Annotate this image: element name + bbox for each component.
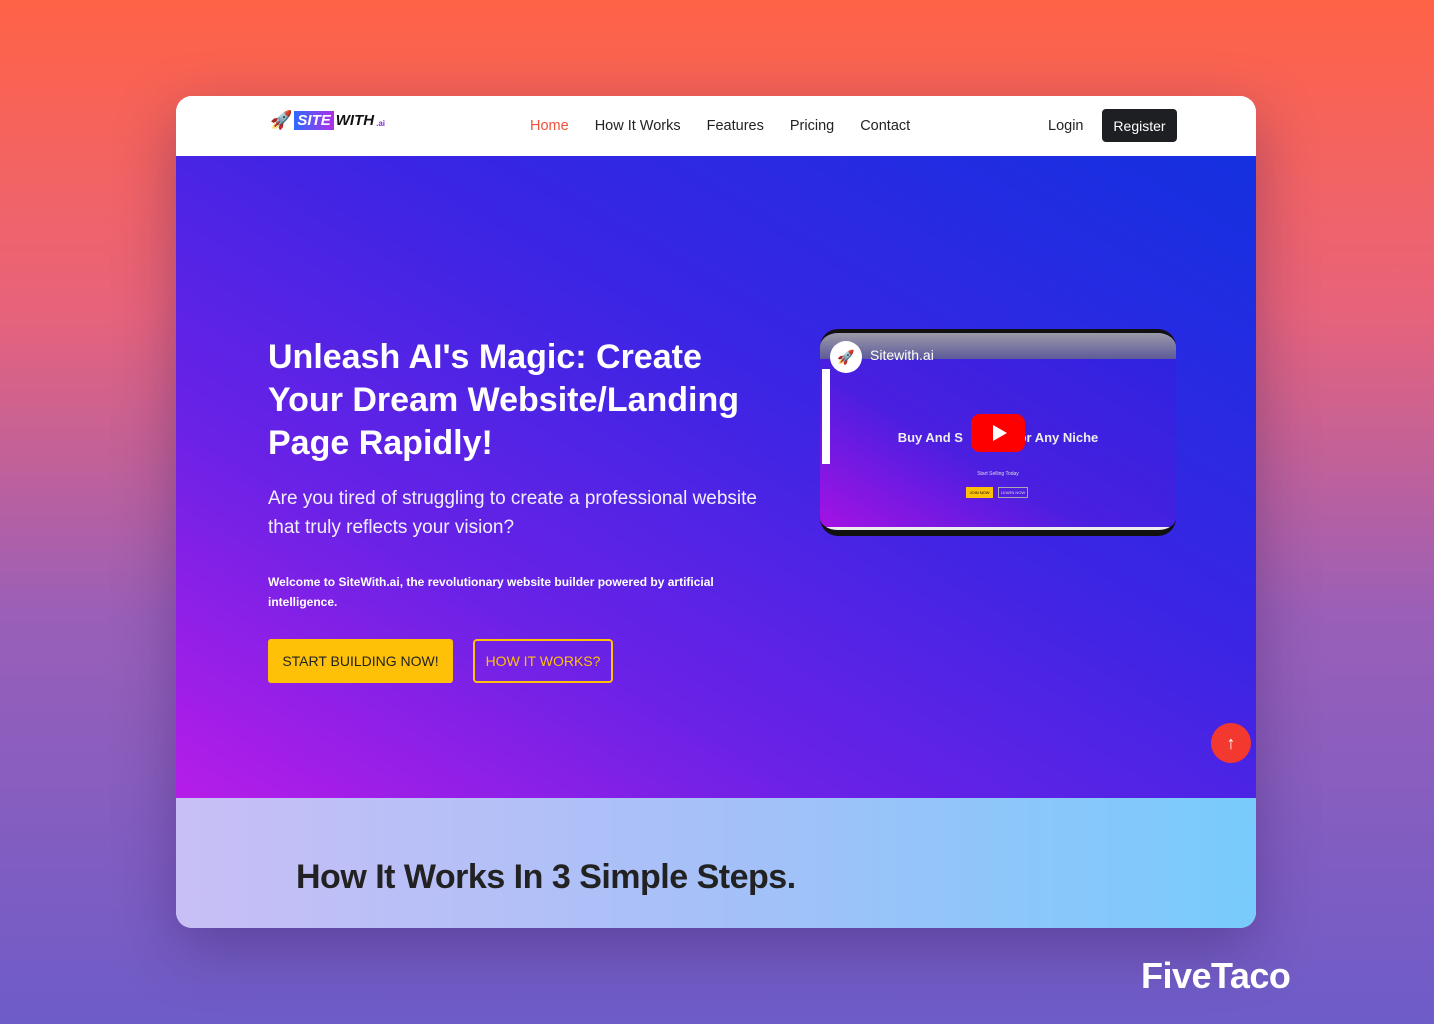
- browser-card: 🚀 SITE WITH .ai Home How It Works Featur…: [176, 96, 1256, 928]
- nav-how-it-works[interactable]: How It Works: [595, 118, 681, 134]
- video-channel-title[interactable]: Sitewith.ai: [870, 347, 934, 363]
- logo[interactable]: 🚀 SITE WITH .ai: [270, 110, 385, 131]
- how-it-works-button[interactable]: HOW IT WORKS?: [473, 639, 613, 683]
- fivetaco-watermark: FiveTaco: [1141, 955, 1291, 996]
- nav-pricing[interactable]: Pricing: [790, 118, 834, 134]
- channel-avatar[interactable]: 🚀: [830, 341, 862, 373]
- login-link[interactable]: Login: [1048, 118, 1083, 134]
- steps-section: How It Works In 3 Simple Steps.: [176, 798, 1256, 928]
- nav-contact[interactable]: Contact: [860, 118, 910, 134]
- start-building-button[interactable]: START BUILDING NOW!: [268, 639, 453, 683]
- video-progress: [820, 527, 1176, 530]
- nav-home[interactable]: Home: [530, 118, 569, 134]
- hero-description: Welcome to SiteWith.ai, the revolutionar…: [268, 575, 714, 609]
- main-menu: Home How It Works Features Pricing Conta…: [530, 118, 910, 134]
- rocket-icon: 🚀: [270, 110, 293, 130]
- youtube-play-icon[interactable]: [971, 414, 1025, 452]
- video-tagline: Start Selling Today: [977, 471, 1019, 477]
- hero-section: Unleash AI's Magic: Create Your Dream We…: [176, 156, 1256, 798]
- video-learn-button: LEARN NOW: [998, 487, 1028, 498]
- hero-subtitle: Are you tired of struggling to create a …: [268, 488, 757, 538]
- steps-title: How It Works In 3 Simple Steps.: [296, 858, 796, 896]
- hero-title: Unleash AI's Magic: Create Your Dream We…: [268, 338, 740, 462]
- navbar: 🚀 SITE WITH .ai Home How It Works Featur…: [176, 96, 1256, 156]
- nav-features[interactable]: Features: [707, 118, 764, 134]
- video-join-button: JOIN NOW: [966, 487, 993, 498]
- arrow-up-icon[interactable]: ↑: [1211, 723, 1251, 763]
- video-embed[interactable]: 🚀 Sitewith.ai Buy And S ts For Any Niche…: [820, 329, 1176, 536]
- video-toolbar: [822, 369, 830, 464]
- register-button[interactable]: Register: [1102, 109, 1177, 142]
